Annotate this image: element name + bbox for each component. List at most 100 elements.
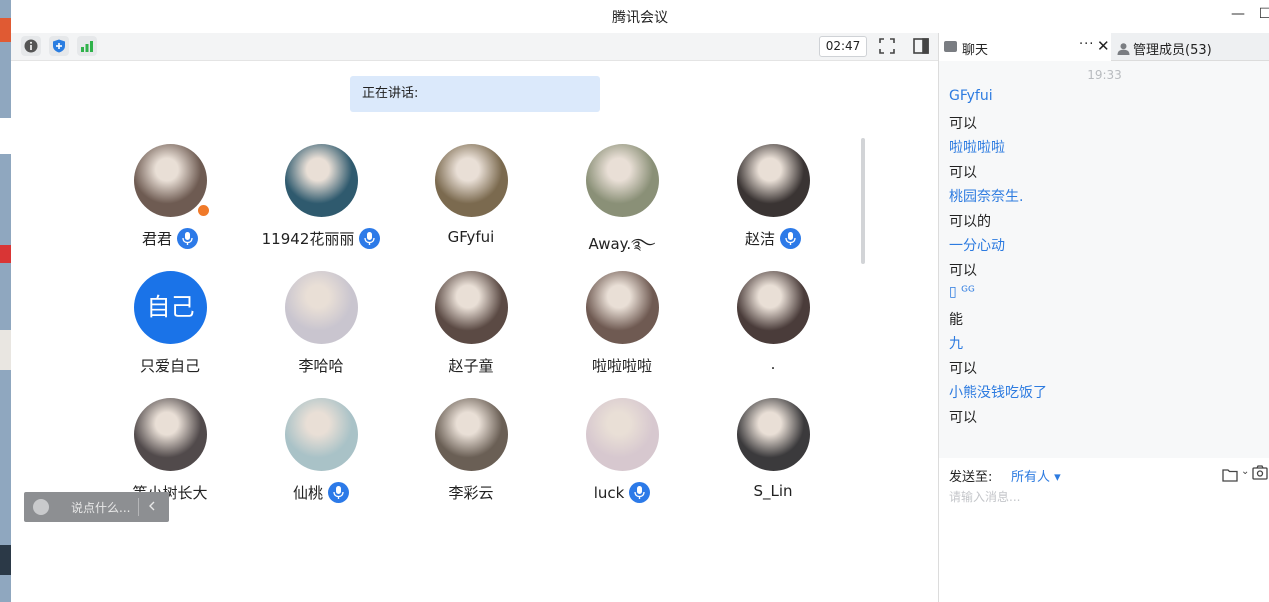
participant-tile[interactable]: 赵子童 (396, 271, 546, 391)
tab-chat[interactable]: 聊天 ··· ✕ (939, 33, 1111, 61)
avatar (586, 398, 659, 471)
participant-tile[interactable]: S_Lin (698, 398, 848, 518)
participant-name: . (770, 355, 776, 373)
desktop-icon (0, 545, 11, 575)
avatar (435, 271, 508, 344)
avatar (737, 144, 810, 217)
participant-tile[interactable]: . (698, 271, 848, 391)
quick-chat-placeholder[interactable]: 说点什么... (71, 499, 130, 516)
sidebar-layout-icon[interactable] (912, 37, 932, 57)
message-sender[interactable]: ▯ ᴳᴳ (949, 284, 975, 300)
participant-name-row: luck (547, 482, 697, 503)
folder-icon[interactable] (1222, 467, 1238, 486)
screenshot-icon[interactable] (1252, 465, 1268, 485)
shield-plus-icon[interactable] (49, 36, 69, 56)
meeting-timer: 02:47 (819, 36, 867, 57)
participant-tile[interactable]: 赵洁 (698, 144, 848, 264)
participant-name: 11942花丽丽 (261, 230, 355, 248)
info-icon[interactable] (21, 36, 41, 56)
desktop-icon (0, 18, 11, 42)
avatar (285, 144, 358, 217)
desktop-icon (0, 245, 11, 263)
participant-name-row: . (698, 355, 848, 373)
participant-tile[interactable]: 仙桃 (246, 398, 396, 518)
message-input[interactable] (949, 490, 1249, 504)
divider (138, 498, 139, 516)
participant-name: GFyfui (447, 228, 495, 246)
avatar: 自己 (134, 271, 207, 344)
avatar (737, 271, 810, 344)
participant-name-row: 仙桃 (246, 482, 396, 503)
chevron-left-icon[interactable] (148, 498, 156, 517)
avatar (285, 398, 358, 471)
meeting-toolbar: 02:47 (11, 33, 938, 61)
participant-tile[interactable]: GFyfui (396, 144, 546, 264)
desktop-icon (0, 330, 11, 370)
avatar (586, 271, 659, 344)
title-bar: 腾讯会议 — ☐ (11, 0, 1269, 33)
window-title: 腾讯会议 (612, 10, 668, 26)
participant-tile[interactable]: 啦啦啦啦 (547, 271, 697, 391)
message-sender[interactable]: 一分心动 (949, 235, 1005, 255)
quick-chat-bar[interactable]: 说点什么... (24, 492, 169, 522)
signal-bars-icon[interactable] (77, 36, 97, 56)
message-list[interactable]: 19:33 GFyfui 可以 啦啦啦啦 可以 桃园奈奈生. 可以的 一分心动 可以 ▯ ᴳᴳ 能… (939, 61, 1269, 458)
participant-name: 赵洁 (744, 230, 775, 248)
emoji-icon[interactable] (33, 499, 49, 515)
participant-name: luck (593, 484, 625, 502)
tab-chat-label: 聊天 (962, 43, 989, 58)
participant-name-row: 赵洁 (698, 228, 848, 249)
participant-name-row: 只爱自己 (95, 355, 245, 376)
avatar (586, 144, 659, 217)
message-body: 能 (949, 311, 963, 328)
message-sender[interactable]: 桃园奈奈生. (949, 186, 1023, 206)
recipient-dropdown[interactable]: 所有人 ▾ (1011, 466, 1061, 485)
message-body: 可以 (949, 360, 977, 377)
message-sender[interactable]: 九 (949, 333, 963, 353)
fullscreen-icon[interactable] (878, 37, 898, 57)
avatar (435, 144, 508, 217)
participant-tile[interactable]: 自己 只爱自己 (95, 271, 245, 391)
grid-scrollbar[interactable] (861, 138, 865, 264)
message-sender[interactable]: 啦啦啦啦 (949, 137, 1005, 157)
participant-tile[interactable]: luck (547, 398, 697, 518)
avatar (285, 271, 358, 344)
message-sender[interactable]: 小熊没钱吃饭了 (949, 382, 1047, 402)
message-timestamp: 19:33 (1087, 68, 1122, 82)
participant-name-row: 李哈哈 (246, 355, 396, 376)
more-options-button[interactable]: ··· (1079, 37, 1094, 52)
panel-tabs: 聊天 ··· ✕ 管理成员(53) (939, 33, 1269, 61)
participant-tile[interactable]: 君君 (95, 144, 245, 264)
avatar (435, 398, 508, 471)
microphone-icon (359, 228, 381, 249)
chat-bubble-icon (944, 41, 957, 52)
maximize-button[interactable]: ☐ (1255, 6, 1269, 26)
minimize-button[interactable]: — (1228, 6, 1248, 26)
participant-name-row: 君君 (95, 228, 245, 249)
message-body: 可以 (949, 164, 977, 181)
desktop-icon (0, 118, 11, 154)
participant-name: 李彩云 (448, 484, 494, 502)
video-grid: 正在讲话: 君君 11942花丽丽 GFyfui Away.࿐ 赵洁自己只爱自己 李哈哈赵… (11, 62, 938, 602)
meeting-window: 腾讯会议 — ☐ 02:47 正在讲话: 君君 11942花丽丽 GFyfui Awa… (11, 0, 1269, 602)
participant-tile[interactable]: 李哈哈 (246, 271, 396, 391)
participant-tile[interactable]: 李彩云 (396, 398, 546, 518)
participant-name-row: 赵子童 (396, 355, 546, 376)
host-badge-icon (196, 203, 211, 218)
speaking-indicator: 正在讲话: (350, 76, 600, 112)
avatar (134, 398, 207, 471)
microphone-icon (328, 482, 349, 503)
message-sender[interactable]: GFyfui (949, 88, 993, 104)
folder-chevron-icon[interactable]: ⌄ (1241, 466, 1249, 477)
message-body: 可以 (949, 115, 977, 132)
participant-name: 啦啦啦啦 (591, 357, 652, 375)
chat-panel: 聊天 ··· ✕ 管理成员(53) 19:33 GFyfui 可以 啦啦啦啦 可以 桃园… (938, 33, 1269, 602)
microphone-icon (780, 228, 801, 249)
person-icon (1117, 43, 1130, 55)
participant-tile[interactable]: 11942花丽丽 (246, 144, 396, 264)
message-composer: 发送至: 所有人 ▾ ⌄ (939, 458, 1269, 602)
desktop-edge (0, 0, 11, 602)
close-chat-button[interactable]: ✕ (1097, 37, 1110, 55)
participant-tile[interactable]: Away.࿐ (547, 144, 697, 264)
tab-manage-members[interactable]: 管理成员(53) (1117, 39, 1212, 58)
